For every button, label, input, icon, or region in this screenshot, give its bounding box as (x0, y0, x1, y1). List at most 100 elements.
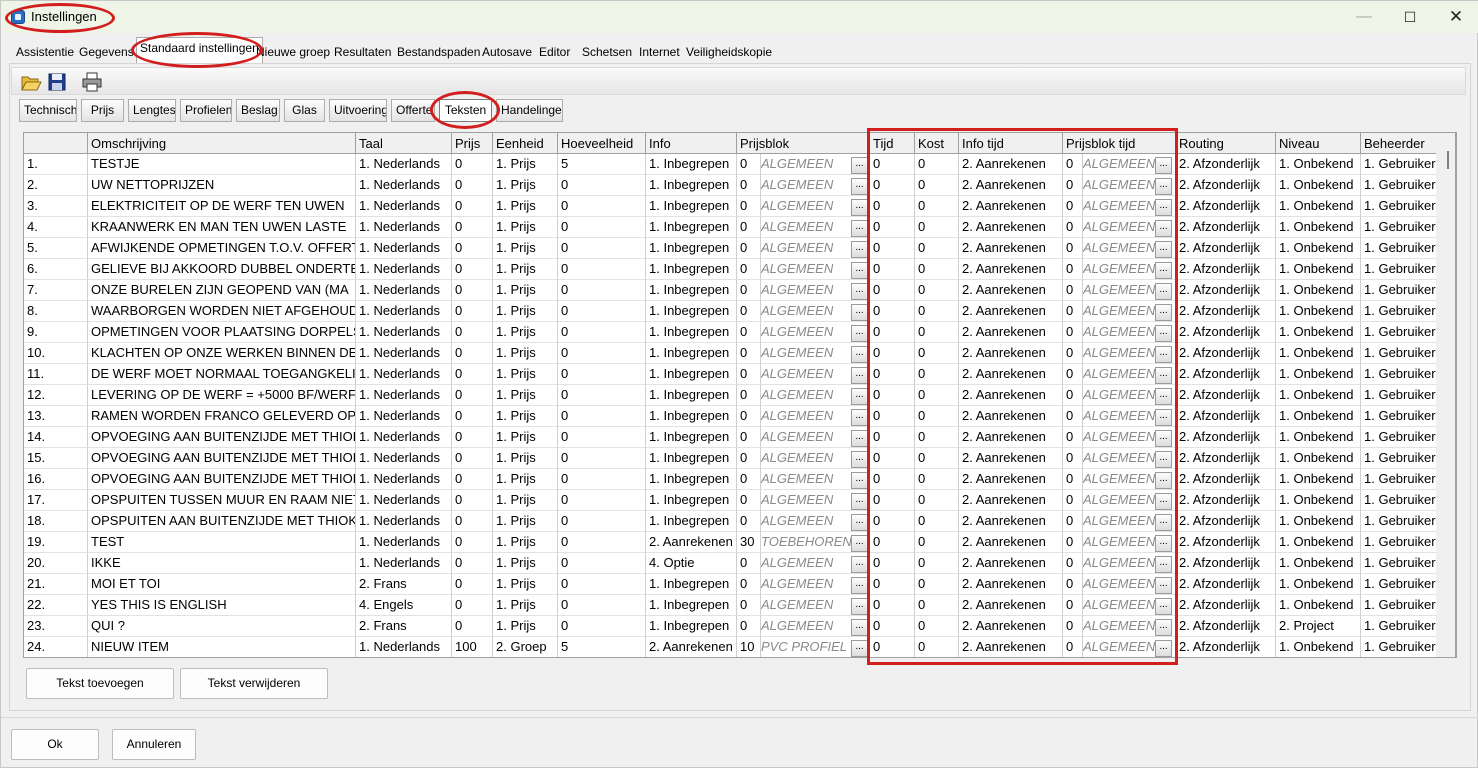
kost-cell[interactable]: 0 (915, 217, 959, 238)
kost-cell[interactable]: 0 (915, 574, 959, 595)
table-row[interactable]: 1. TESTJE 1. Nederlands 0 1. Prijs 5 1. Inbegr… (24, 154, 1456, 175)
column-header-kost[interactable]: Kost (915, 133, 959, 154)
kost-cell[interactable]: 0 (915, 238, 959, 259)
prijsblok-ellipsis-button[interactable]: ... (851, 493, 868, 510)
prijsblok-tijd-number-cell[interactable]: 0 (1063, 469, 1083, 490)
prijsblok-tijd-number-cell[interactable]: 0 (1063, 511, 1083, 532)
tijd-cell[interactable]: 0 (870, 532, 915, 553)
prijsblok-tijd-number-cell[interactable]: 0 (1063, 553, 1083, 574)
column-header-info-tijd[interactable]: Info tijd (959, 133, 1063, 154)
tijd-cell[interactable]: 0 (870, 406, 915, 427)
prijsblok-ellipsis-button[interactable]: ... (851, 157, 868, 174)
row-number-cell[interactable]: 20. (24, 553, 88, 574)
prijsblok-ellipsis-button[interactable]: ... (851, 346, 868, 363)
prijsblok-tijd-number-cell[interactable]: 0 (1063, 217, 1083, 238)
hoeveelheid-cell[interactable]: 0 (558, 532, 646, 553)
prijsblok-tijd-ellipsis-button[interactable]: ... (1155, 199, 1172, 216)
routing-cell[interactable]: 2. Afzonderlijk (1176, 280, 1276, 301)
info-tijd-cell[interactable]: 2. Aanrekenen (959, 385, 1063, 406)
taal-cell[interactable]: 1. Nederlands (356, 154, 452, 175)
tijd-cell[interactable]: 0 (870, 175, 915, 196)
kost-cell[interactable]: 0 (915, 469, 959, 490)
prijsblok-tijd-ellipsis-button[interactable]: ... (1155, 346, 1172, 363)
prijs-cell[interactable]: 0 (452, 259, 493, 280)
niveau-cell[interactable]: 1. Onbekend (1276, 553, 1361, 574)
hoeveelheid-cell[interactable]: 0 (558, 574, 646, 595)
taal-cell[interactable]: 1. Nederlands (356, 322, 452, 343)
prijsblok-tijd-ellipsis-button[interactable]: ... (1155, 577, 1172, 594)
tab-gegevens[interactable]: Gegevens (76, 41, 137, 63)
save-disk-icon[interactable] (46, 71, 68, 93)
tijd-cell[interactable]: 0 (870, 259, 915, 280)
hoeveelheid-cell[interactable]: 0 (558, 595, 646, 616)
info-cell[interactable]: 1. Inbegrepen (646, 448, 737, 469)
prijsblok-ellipsis-button[interactable]: ... (851, 577, 868, 594)
subtab-technisch[interactable]: Technisch (19, 99, 77, 122)
taal-cell[interactable]: 1. Nederlands (356, 175, 452, 196)
prijsblok-tijd-ellipsis-button[interactable]: ... (1155, 556, 1172, 573)
table-row[interactable]: 14. OPVOEGING AAN BUITENZIJDE MET THIOKOL… (24, 427, 1456, 448)
prijsblok-tijd-number-cell[interactable]: 0 (1063, 385, 1083, 406)
prijsblok-tijd-ellipsis-button[interactable]: ... (1155, 367, 1172, 384)
info-cell[interactable]: 1. Inbegrepen (646, 217, 737, 238)
prijsblok-tijd-ellipsis-button[interactable]: ... (1155, 283, 1172, 300)
prijs-cell[interactable]: 0 (452, 175, 493, 196)
tijd-cell[interactable]: 0 (870, 280, 915, 301)
prijs-cell[interactable]: 0 (452, 343, 493, 364)
subtab-uitvoering[interactable]: Uitvoering (329, 99, 387, 122)
info-cell[interactable]: 1. Inbegrepen (646, 322, 737, 343)
taal-cell[interactable]: 1. Nederlands (356, 427, 452, 448)
column-header-prijsblok[interactable]: Prijsblok (737, 133, 870, 154)
niveau-cell[interactable]: 1. Onbekend (1276, 427, 1361, 448)
niveau-cell[interactable]: 1. Onbekend (1276, 175, 1361, 196)
omschrijving-cell[interactable]: AFWIJKENDE OPMETINGEN T.O.V. OFFERTE (88, 238, 356, 259)
kost-cell[interactable]: 0 (915, 301, 959, 322)
routing-cell[interactable]: 2. Afzonderlijk (1176, 490, 1276, 511)
info-cell[interactable]: 4. Optie (646, 553, 737, 574)
info-cell[interactable]: 1. Inbegrepen (646, 175, 737, 196)
tijd-cell[interactable]: 0 (870, 322, 915, 343)
prijsblok-tijd-ellipsis-button[interactable]: ... (1155, 325, 1172, 342)
prijsblok-ellipsis-button[interactable]: ... (851, 325, 868, 342)
kost-cell[interactable]: 0 (915, 259, 959, 280)
prijsblok-tijd-number-cell[interactable]: 0 (1063, 637, 1083, 657)
taal-cell[interactable]: 4. Engels (356, 595, 452, 616)
eenheid-cell[interactable]: 1. Prijs (493, 406, 558, 427)
info-tijd-cell[interactable]: 2. Aanrekenen (959, 364, 1063, 385)
prijs-cell[interactable]: 0 (452, 301, 493, 322)
omschrijving-cell[interactable]: KRAANWERK EN MAN TEN UWEN LASTE (88, 217, 356, 238)
row-number-cell[interactable]: 17. (24, 490, 88, 511)
tab-bestandspaden[interactable]: Bestandspaden (394, 41, 483, 63)
prijsblok-number-cell[interactable]: 0 (737, 154, 761, 175)
prijsblok-tijd-ellipsis-button[interactable]: ... (1155, 451, 1172, 468)
table-row[interactable]: 2. UW NETTOPRIJZEN 1. Nederlands 0 1. Prijs 0… (24, 175, 1456, 196)
prijsblok-ellipsis-button[interactable]: ... (851, 178, 868, 195)
column-header-omschrijving[interactable]: Omschrijving (88, 133, 356, 154)
subtab-profielen[interactable]: Profielen (180, 99, 232, 122)
prijsblok-number-cell[interactable]: 0 (737, 364, 761, 385)
niveau-cell[interactable]: 1. Onbekend (1276, 385, 1361, 406)
eenheid-cell[interactable]: 1. Prijs (493, 532, 558, 553)
taal-cell[interactable]: 1. Nederlands (356, 343, 452, 364)
prijsblok-tijd-number-cell[interactable]: 0 (1063, 175, 1083, 196)
prijsblok-number-cell[interactable]: 0 (737, 301, 761, 322)
niveau-cell[interactable]: 1. Onbekend (1276, 490, 1361, 511)
info-cell[interactable]: 1. Inbegrepen (646, 364, 737, 385)
prijsblok-number-cell[interactable]: 0 (737, 385, 761, 406)
prijsblok-ellipsis-button[interactable]: ... (851, 535, 868, 552)
kost-cell[interactable]: 0 (915, 343, 959, 364)
prijs-cell[interactable]: 0 (452, 154, 493, 175)
eenheid-cell[interactable]: 1. Prijs (493, 574, 558, 595)
table-row[interactable]: 20. IKKE 1. Nederlands 0 1. Prijs 0 4. Optie 0 A… (24, 553, 1456, 574)
taal-cell[interactable]: 2. Frans (356, 574, 452, 595)
prijsblok-tijd-number-cell[interactable]: 0 (1063, 196, 1083, 217)
info-tijd-cell[interactable]: 2. Aanrekenen (959, 574, 1063, 595)
row-number-cell[interactable]: 9. (24, 322, 88, 343)
prijsblok-ellipsis-button[interactable]: ... (851, 220, 868, 237)
column-header-tijd[interactable]: Tijd (870, 133, 915, 154)
prijsblok-tijd-number-cell[interactable]: 0 (1063, 616, 1083, 637)
tijd-cell[interactable]: 0 (870, 217, 915, 238)
prijs-cell[interactable]: 0 (452, 385, 493, 406)
prijs-cell[interactable]: 0 (452, 196, 493, 217)
prijs-cell[interactable]: 0 (452, 217, 493, 238)
